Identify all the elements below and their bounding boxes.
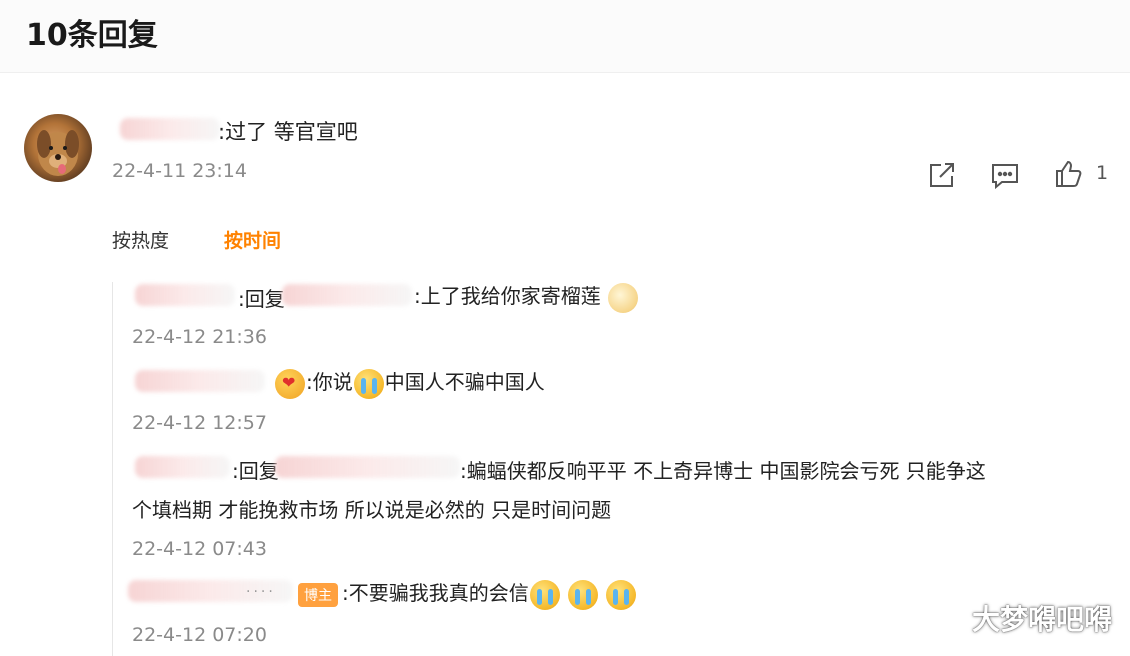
replies-header: 10条回复 bbox=[0, 0, 1130, 73]
reply-prefix: :回复 bbox=[238, 287, 285, 311]
redacted-reply-target[interactable] bbox=[282, 284, 412, 306]
reply-content-2: 中国人不骗中国人 bbox=[384, 370, 545, 394]
thread-divider bbox=[112, 282, 113, 656]
reply-prefix: :回复 bbox=[232, 459, 279, 483]
crying-emoji-icon bbox=[529, 579, 560, 610]
heart-emoji-icon bbox=[275, 368, 305, 399]
reply-time: 22-4-12 12:57 bbox=[132, 412, 267, 434]
dog-avatar-image bbox=[37, 130, 79, 176]
reply-content: :你说 bbox=[306, 370, 353, 394]
reply-time: 22-4-12 07:20 bbox=[132, 624, 267, 646]
redacted-username[interactable] bbox=[135, 370, 265, 392]
comment-icon[interactable] bbox=[988, 158, 1022, 192]
reply-content: :不要骗我我真的会信 bbox=[342, 581, 529, 605]
share-icon[interactable] bbox=[925, 158, 959, 192]
main-comment-time: 22-4-11 23:14 bbox=[112, 160, 247, 182]
like-icon[interactable] bbox=[1052, 157, 1086, 191]
blogger-badge: 博主 bbox=[298, 582, 338, 607]
replies-count-title: 10条回复 bbox=[26, 18, 158, 53]
tab-sort-by-hot[interactable]: 按热度 bbox=[112, 226, 169, 253]
crying-emoji-icon bbox=[353, 368, 384, 399]
redacted-username[interactable] bbox=[135, 284, 235, 306]
like-count: 1 bbox=[1096, 162, 1109, 184]
reply-content: :上了我给你家寄榴莲 bbox=[414, 284, 601, 308]
reply-time: 22-4-12 21:36 bbox=[132, 326, 267, 348]
crying-emoji-icon bbox=[568, 579, 599, 610]
reply-text: :上了我给你家寄榴莲 bbox=[414, 280, 639, 313]
redacted-username[interactable] bbox=[120, 118, 220, 140]
main-comment-text: :过了 等官宣吧 bbox=[218, 120, 358, 144]
doge-emoji-icon bbox=[608, 282, 639, 313]
crying-emoji-icon bbox=[606, 579, 637, 610]
avatar[interactable] bbox=[24, 114, 92, 182]
redacted-reply-target[interactable] bbox=[275, 456, 460, 478]
watermark: 大梦嘚吧嘚 bbox=[971, 603, 1112, 636]
tab-sort-by-time[interactable]: 按时间 bbox=[224, 226, 281, 253]
reply-content-line-1: :蝙蝠侠都反响平平 不上奇异博士 中国影院会亏死 只能争这 bbox=[460, 459, 986, 483]
redacted-username[interactable] bbox=[135, 456, 230, 478]
reply-text: 博主:不要骗我我真的会信 bbox=[298, 577, 637, 610]
reply-content-line-2: 个填档期 才能挽救市场 所以说是必然的 只是时间问题 bbox=[132, 498, 612, 522]
reply-time: 22-4-12 07:43 bbox=[132, 538, 267, 560]
reply-text: :你说 中国人不骗中国人 bbox=[274, 366, 545, 399]
ellipsis-dots: ···· bbox=[246, 584, 276, 600]
